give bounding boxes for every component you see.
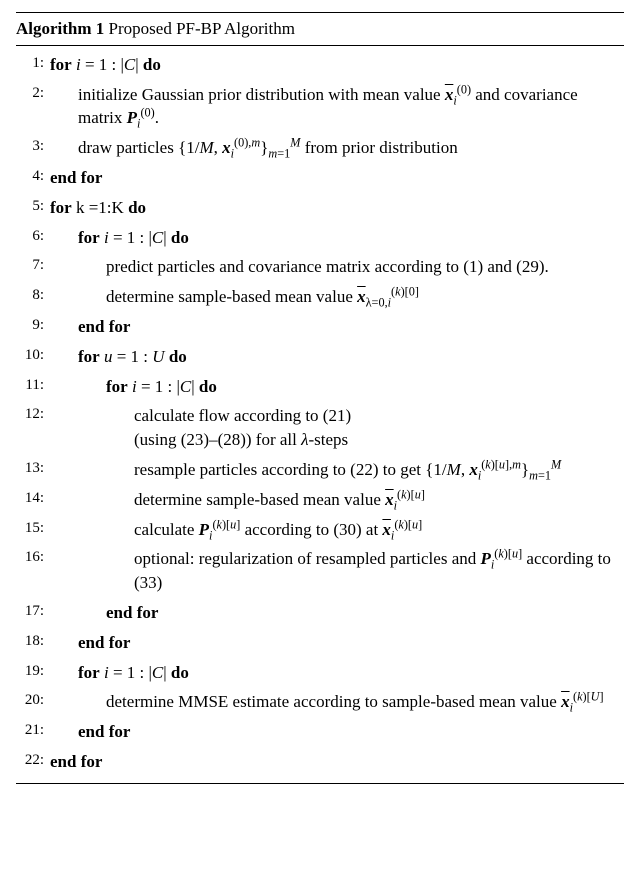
line-content: initialize Gaussian prior distribution w… bbox=[50, 83, 624, 131]
algorithm-line: 7:predict particles and covariance matri… bbox=[16, 252, 624, 282]
line-number: 5: bbox=[16, 196, 50, 217]
algorithm-line: 16:optional: regularization of resampled… bbox=[16, 544, 624, 598]
line-number: 11: bbox=[16, 375, 50, 396]
line-number: 8: bbox=[16, 285, 50, 306]
algorithm-line: 10:for u = 1 : U do bbox=[16, 342, 624, 372]
algorithm-line: 17:end for bbox=[16, 598, 624, 628]
algorithm-title-row: Algorithm 1 Proposed PF-BP Algorithm bbox=[16, 15, 624, 46]
line-number: 19: bbox=[16, 661, 50, 682]
line-number: 14: bbox=[16, 488, 50, 509]
line-number: 21: bbox=[16, 720, 50, 741]
algorithm-line: 4:end for bbox=[16, 163, 624, 193]
line-number: 9: bbox=[16, 315, 50, 336]
algorithm-line: 11:for i = 1 : |C| do bbox=[16, 372, 624, 402]
line-number: 6: bbox=[16, 226, 50, 247]
line-number: 10: bbox=[16, 345, 50, 366]
algorithm-line: 18:end for bbox=[16, 628, 624, 658]
algorithm-line: 8:determine sample-based mean value xλ=0… bbox=[16, 282, 624, 312]
line-number: 17: bbox=[16, 601, 50, 622]
line-content: end for bbox=[50, 166, 624, 190]
line-number: 12: bbox=[16, 404, 50, 425]
line-number: 2: bbox=[16, 83, 50, 104]
line-number: 15: bbox=[16, 518, 50, 539]
line-number: 20: bbox=[16, 690, 50, 711]
line-content: determine sample-based mean value xi(k)[… bbox=[50, 488, 624, 512]
line-content: for k =1:K do bbox=[50, 196, 624, 220]
line-number: 16: bbox=[16, 547, 50, 568]
line-content: predict particles and covariance matrix … bbox=[50, 255, 624, 279]
line-content: calculate Pi(k)[u] according to (30) at … bbox=[50, 518, 624, 542]
line-content: resample particles according to (22) to … bbox=[50, 458, 624, 482]
algorithm-line: 15:calculate Pi(k)[u] according to (30) … bbox=[16, 515, 624, 545]
algorithm-line: 3:draw particles {1/M, xi(0),m}m=1M from… bbox=[16, 133, 624, 163]
algorithm-title: Proposed PF-BP Algorithm bbox=[109, 19, 295, 38]
line-number: 4: bbox=[16, 166, 50, 187]
algorithm-line: 13:resample particles according to (22) … bbox=[16, 455, 624, 485]
algorithm-line: 14:determine sample-based mean value xi(… bbox=[16, 485, 624, 515]
algorithm-line: 19:for i = 1 : |C| do bbox=[16, 658, 624, 688]
line-content: draw particles {1/M, xi(0),m}m=1M from p… bbox=[50, 136, 624, 160]
line-number: 22: bbox=[16, 750, 50, 771]
line-content: determine sample-based mean value xλ=0,i… bbox=[50, 285, 624, 309]
algorithm-line: 21:end for bbox=[16, 717, 624, 747]
line-content: end for bbox=[50, 631, 624, 655]
line-content: for i = 1 : |C| do bbox=[50, 661, 624, 685]
algorithm-lines: 1:for i = 1 : |C| do2:initialize Gaussia… bbox=[16, 46, 624, 777]
algorithm-line: 20:determine MMSE estimate according to … bbox=[16, 687, 624, 717]
algorithm-number: 1 bbox=[96, 19, 105, 38]
line-content: calculate flow according to (21)(using (… bbox=[50, 404, 624, 452]
line-number: 13: bbox=[16, 458, 50, 479]
line-content: for u = 1 : U do bbox=[50, 345, 624, 369]
line-content: for i = 1 : |C| do bbox=[50, 375, 624, 399]
line-number: 1: bbox=[16, 53, 50, 74]
line-content: end for bbox=[50, 601, 624, 625]
line-content: end for bbox=[50, 750, 624, 774]
line-content: determine MMSE estimate according to sam… bbox=[50, 690, 624, 714]
algorithm-line: 1:for i = 1 : |C| do bbox=[16, 50, 624, 80]
algorithm-line: 12:calculate flow according to (21)(usin… bbox=[16, 401, 624, 455]
algorithm-prefix: Algorithm bbox=[16, 19, 92, 38]
algorithm-line: 2:initialize Gaussian prior distribution… bbox=[16, 80, 624, 134]
algorithm-line: 9:end for bbox=[16, 312, 624, 342]
line-number: 18: bbox=[16, 631, 50, 652]
algorithm-line: 5:for k =1:K do bbox=[16, 193, 624, 223]
line-content: end for bbox=[50, 720, 624, 744]
line-number: 3: bbox=[16, 136, 50, 157]
algorithm-line: 22:end for bbox=[16, 747, 624, 777]
algorithm-line: 6:for i = 1 : |C| do bbox=[16, 223, 624, 253]
line-number: 7: bbox=[16, 255, 50, 276]
line-content: for i = 1 : |C| do bbox=[50, 226, 624, 250]
line-content: end for bbox=[50, 315, 624, 339]
line-content: for i = 1 : |C| do bbox=[50, 53, 624, 77]
algorithm-block: Algorithm 1 Proposed PF-BP Algorithm 1:f… bbox=[16, 12, 624, 784]
line-content: optional: regularization of resampled pa… bbox=[50, 547, 624, 595]
